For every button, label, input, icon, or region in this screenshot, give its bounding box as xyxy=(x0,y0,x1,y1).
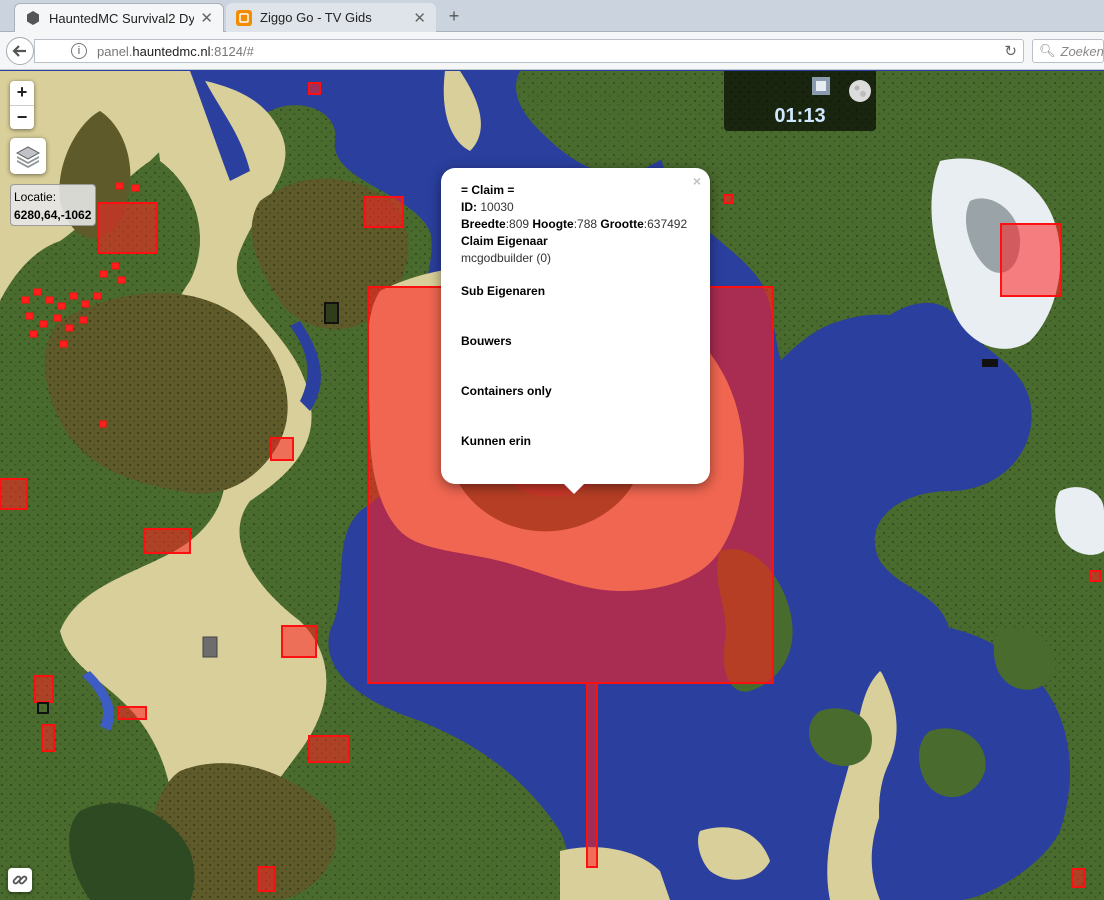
claim-w3 xyxy=(270,437,294,461)
claim-small-2 xyxy=(1071,868,1085,888)
back-button[interactable] xyxy=(6,37,34,65)
width-label: Breedte xyxy=(461,217,506,231)
location-panel: Locatie: 6280,64,-1062 xyxy=(10,184,96,226)
zoom-in-button[interactable]: + xyxy=(10,81,34,105)
claim-w8 xyxy=(41,724,55,752)
id-label: ID: xyxy=(461,200,477,214)
link-button[interactable] xyxy=(8,868,32,892)
claim-west-edge xyxy=(0,478,28,510)
tab-strip: HauntedMC Survival2 Dyn… ✕ Ziggo Go - TV… xyxy=(0,0,1104,32)
moon-icon xyxy=(849,80,871,102)
search-icon: 🔍︎ xyxy=(1039,43,1056,58)
location-label: Locatie: xyxy=(14,190,57,204)
navigation-bar: i panel. hauntedmc.nl:8124/# ↻ 🔍︎ Zoeken xyxy=(0,32,1104,70)
height-value: :788 xyxy=(573,217,598,231)
tab-title: HauntedMC Survival2 Dyn… xyxy=(49,10,195,26)
zoom-out-button[interactable]: − xyxy=(10,105,34,129)
dynmap-view[interactable]: + − Locatie: 6280,64,-1062 01:13 × = Cla… xyxy=(0,71,1104,900)
zoom-control: + − xyxy=(10,81,34,129)
ziggo-logo-icon xyxy=(236,9,252,26)
claim-nw xyxy=(97,202,158,254)
claim-w1 xyxy=(143,528,191,554)
claim-w9 xyxy=(34,675,54,703)
claim-w7 xyxy=(257,866,275,892)
claim-popup: × = Claim = ID: 10030 Breedte:809 Hoogte… xyxy=(441,168,710,494)
arrow-left-icon xyxy=(12,45,26,57)
popup-heading: = Claim = xyxy=(461,183,515,197)
access-label: Kunnen erin xyxy=(461,434,532,448)
id-value: 10030 xyxy=(480,200,514,214)
claim-w6 xyxy=(364,196,404,228)
sub-owners-label: Sub Eigenaren xyxy=(461,284,546,298)
popup-tip xyxy=(563,483,585,494)
owner-value: mcgodbuilder (0) xyxy=(461,251,552,265)
url-suffix: :8124/# xyxy=(210,43,254,59)
tab-ziggo[interactable]: Ziggo Go - TV Gids ✕ xyxy=(226,3,436,32)
containers-label: Containers only xyxy=(461,384,552,398)
close-tab-icon[interactable]: ✕ xyxy=(200,9,213,27)
address-bar[interactable]: i panel. hauntedmc.nl:8124/# ↻ xyxy=(34,39,1024,63)
owner-label: Claim Eigenaar xyxy=(461,234,548,248)
claim-small-3 xyxy=(1089,570,1101,582)
claim-small-1 xyxy=(308,82,321,95)
size-label: Grootte xyxy=(600,217,644,231)
layers-button[interactable] xyxy=(10,138,46,174)
claim-w5 xyxy=(117,706,147,720)
builders-label: Bouwers xyxy=(461,334,512,348)
close-tab-icon[interactable]: ✕ xyxy=(413,9,426,27)
size-value: :637492 xyxy=(643,217,688,231)
popup-close-button[interactable]: × xyxy=(693,173,701,189)
claim-small-4 xyxy=(723,194,733,204)
sun-icon xyxy=(812,77,830,95)
time-widget: 01:13 xyxy=(724,71,876,131)
layers-icon xyxy=(15,146,41,168)
claim-w2 xyxy=(281,625,317,658)
width-value: :809 xyxy=(505,217,530,231)
clock-time: 01:13 xyxy=(774,105,826,127)
hexagon-icon xyxy=(25,10,41,26)
height-label: Hoogte xyxy=(532,217,574,231)
search-input[interactable]: 🔍︎ Zoeken xyxy=(1032,39,1104,63)
new-tab-button[interactable]: + xyxy=(442,5,466,27)
claim-strip xyxy=(586,682,598,868)
search-placeholder: Zoeken xyxy=(1060,43,1104,59)
tab-title: Ziggo Go - TV Gids xyxy=(260,10,372,25)
claim-w4 xyxy=(308,735,350,763)
reload-icon[interactable]: ↻ xyxy=(1004,42,1017,60)
claim-ne xyxy=(1000,223,1062,297)
url-host: hauntedmc.nl xyxy=(132,43,211,59)
link-icon xyxy=(12,875,28,885)
tab-hauntedmc[interactable]: HauntedMC Survival2 Dyn… ✕ xyxy=(14,3,224,32)
url-prefix: panel. xyxy=(97,43,133,59)
info-icon[interactable]: i xyxy=(71,43,87,59)
location-value: 6280,64,-1062 xyxy=(14,208,92,222)
